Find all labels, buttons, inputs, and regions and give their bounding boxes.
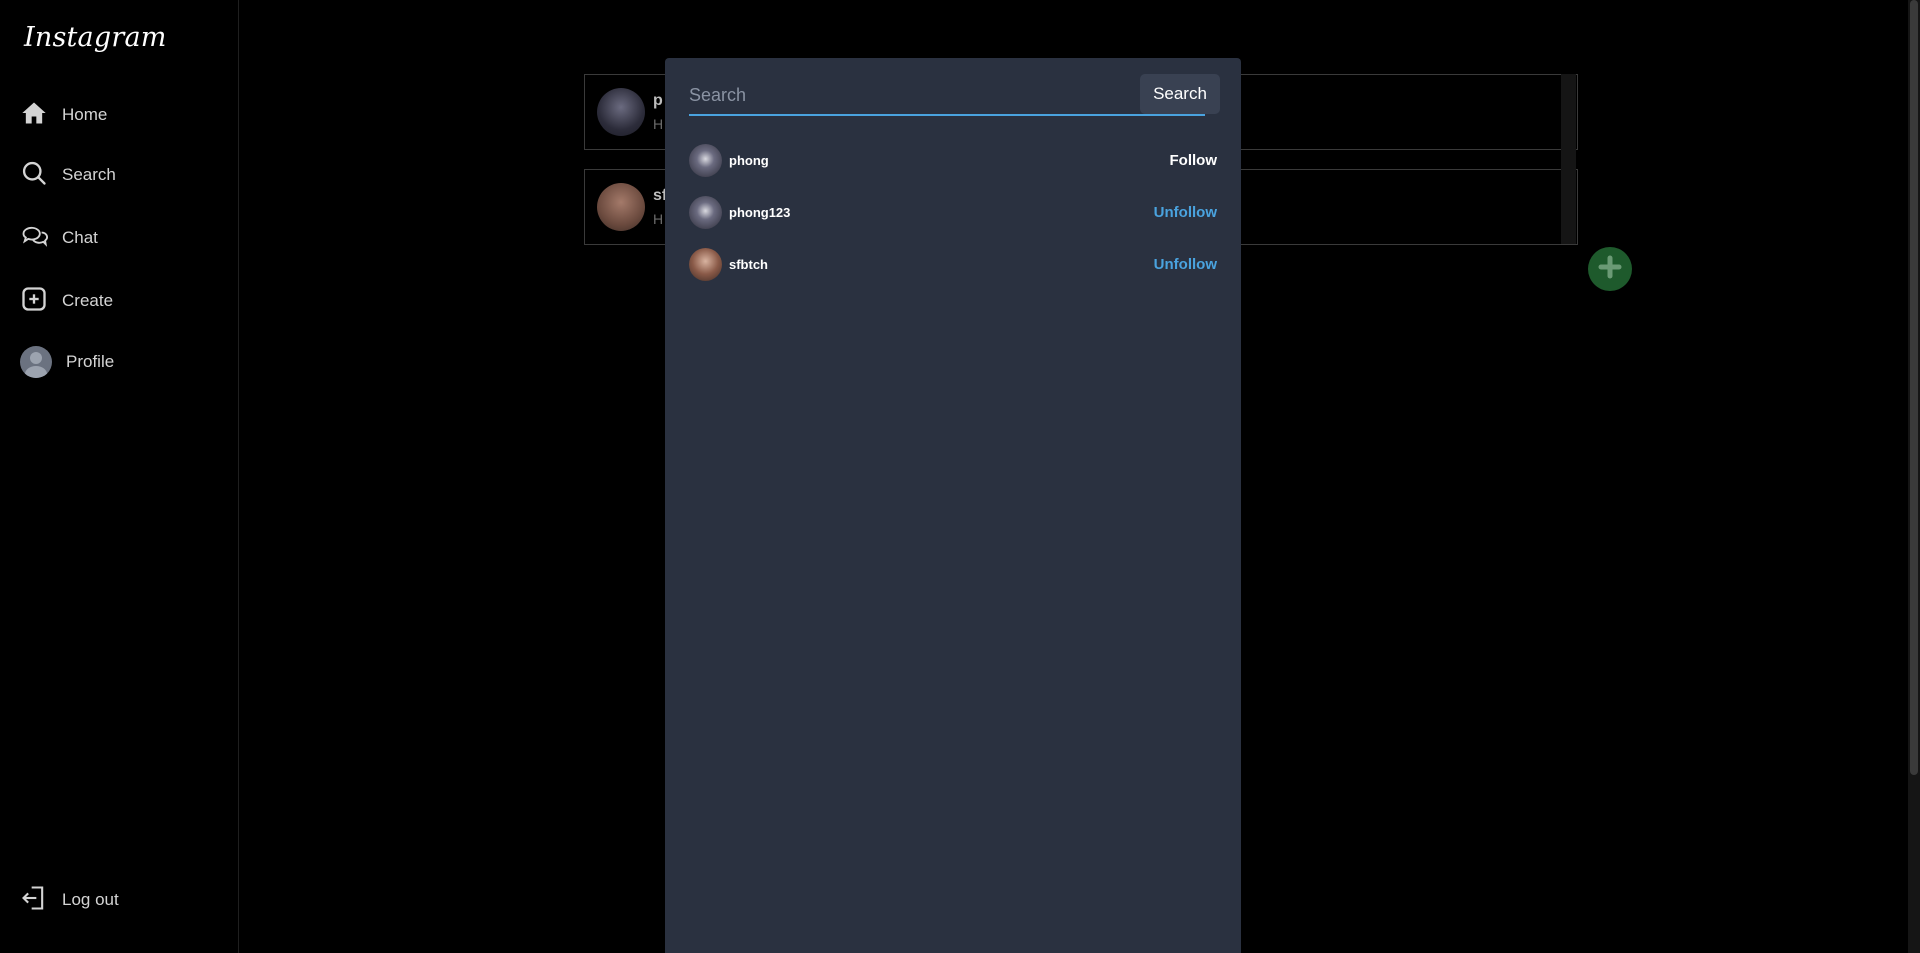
app: Instagram Home Search Chat Create Profil… (0, 0, 1920, 953)
unfollow-button[interactable]: Unfollow (1154, 204, 1217, 221)
search-panel: Search phong Follow phong123 Unfollow sf… (665, 58, 1241, 953)
search-icon (20, 159, 48, 192)
avatar (597, 88, 645, 136)
search-bar: Search (689, 66, 1220, 116)
sidebar-item-label: Chat (62, 228, 98, 247)
logout-icon (20, 884, 48, 917)
new-chat-button[interactable] (1588, 247, 1632, 291)
plus-icon (1598, 255, 1622, 284)
chat-preview: H (653, 116, 664, 132)
list-item[interactable]: phong123 Unfollow (689, 186, 1217, 238)
sidebar-item-label: Search (62, 165, 116, 184)
chat-list-scrollbar[interactable] (1561, 74, 1576, 244)
logout-label: Log out (62, 890, 119, 909)
home-icon (20, 99, 48, 132)
avatar (597, 183, 645, 231)
username[interactable]: phong (729, 153, 769, 168)
sidebar: Instagram Home Search Chat Create Profil… (0, 0, 239, 953)
avatar (689, 195, 722, 229)
unfollow-button[interactable]: Unfollow (1154, 256, 1217, 273)
sidebar-item-search[interactable]: Search (20, 155, 116, 195)
list-item[interactable]: phong Follow (689, 134, 1217, 186)
username[interactable]: sfbtch (729, 257, 768, 272)
search-results: phong Follow phong123 Unfollow sfbtch Un… (689, 134, 1217, 290)
sidebar-item-label: Home (62, 105, 108, 124)
instagram-logo[interactable]: Instagram (24, 22, 167, 53)
chat-icon (20, 222, 48, 255)
follow-button[interactable]: Follow (1170, 152, 1218, 169)
username[interactable]: phong123 (729, 205, 790, 220)
sidebar-item-home[interactable]: Home (20, 95, 107, 135)
avatar (689, 143, 722, 177)
list-item[interactable]: sfbtch Unfollow (689, 238, 1217, 290)
sidebar-item-label: Create (62, 291, 114, 310)
avatar (20, 346, 52, 378)
search-input[interactable] (689, 66, 1205, 116)
scrollbar-thumb[interactable] (1910, 0, 1918, 775)
search-button[interactable]: Search (1140, 74, 1220, 114)
avatar (689, 247, 722, 281)
plus-square-icon (20, 285, 48, 318)
sidebar-item-profile[interactable]: Profile (20, 342, 114, 382)
sidebar-item-create[interactable]: Create (20, 281, 113, 321)
sidebar-item-label: Profile (66, 352, 115, 371)
chat-name: p (653, 92, 663, 109)
logout-button[interactable]: Log out (20, 880, 119, 920)
sidebar-item-chat[interactable]: Chat (20, 218, 98, 258)
page-scrollbar[interactable] (1908, 0, 1920, 953)
